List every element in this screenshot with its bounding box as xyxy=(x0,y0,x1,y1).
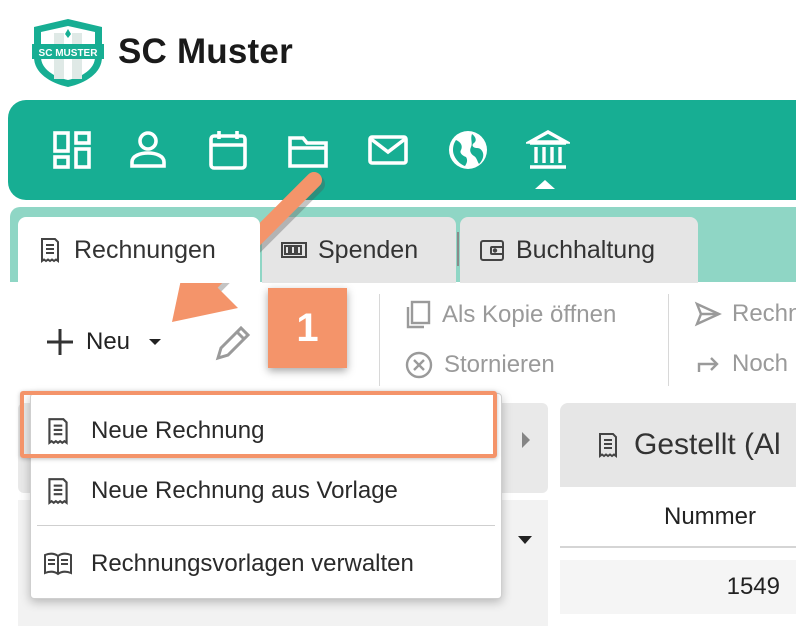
invoice-icon xyxy=(599,433,617,458)
calendar-icon[interactable] xyxy=(204,126,252,174)
dashboard-icon[interactable] xyxy=(48,126,96,174)
tab-label: Buchhaltung xyxy=(516,235,656,264)
new-button-label: Neu xyxy=(86,328,131,355)
send-icon xyxy=(694,301,722,327)
menu-divider xyxy=(37,525,495,526)
invoice-icon xyxy=(48,478,68,505)
app-title: SC Muster xyxy=(118,32,293,71)
column-header-nummer[interactable]: Nummer xyxy=(560,488,796,548)
active-indicator-caret xyxy=(535,180,555,189)
bank-icon[interactable] xyxy=(524,126,572,174)
cancel-invoice-button[interactable]: Stornieren xyxy=(404,350,555,380)
chevron-right-icon[interactable] xyxy=(522,432,530,448)
folder-icon[interactable] xyxy=(284,126,332,174)
wallet-icon xyxy=(480,240,504,261)
main-navbar xyxy=(8,100,796,200)
globe-icon[interactable] xyxy=(444,126,492,174)
send-again-label: Noch xyxy=(732,350,789,377)
annotation-highlight-box xyxy=(20,391,497,458)
new-button[interactable]: Neu xyxy=(44,326,164,358)
plus-icon xyxy=(47,329,73,355)
table-cell-nummer: 1549 xyxy=(560,560,780,614)
tab-rechnungen[interactable]: Rechnungen xyxy=(18,217,260,283)
tab-buchhaltung[interactable]: Buchhaltung xyxy=(460,217,698,283)
redo-icon xyxy=(697,357,719,372)
tab-label: Rechnungen xyxy=(74,235,216,264)
toolbar-divider xyxy=(379,294,380,386)
logo-text: SC MUSTER xyxy=(39,48,99,59)
menu-item-label: Rechnungsvorlagen verwalten xyxy=(91,550,414,577)
book-icon xyxy=(44,552,72,576)
menu-item-label: Neue Rechnung aus Vorlage xyxy=(91,477,398,504)
menu-item-manage-templates[interactable]: Rechnungsvorlagen verwalten xyxy=(43,539,414,589)
person-icon[interactable] xyxy=(124,126,172,174)
tab-separator xyxy=(457,232,459,266)
circle-x-icon xyxy=(405,351,433,379)
toolbar-divider xyxy=(668,294,669,386)
cancel-invoice-label: Stornieren xyxy=(444,351,555,378)
mail-icon[interactable] xyxy=(364,126,412,174)
send-again-button[interactable]: Noch xyxy=(694,350,788,378)
menu-item-new-invoice-from-template[interactable]: Neue Rechnung aus Vorlage xyxy=(43,466,398,516)
send-invoice-label: Rechn xyxy=(732,300,796,327)
copy-open-label: Als Kopie öffnen xyxy=(442,301,617,328)
club-logo: SC MUSTER xyxy=(30,17,106,89)
issued-panel-header: Gestellt (Al xyxy=(560,403,796,487)
send-invoice-button[interactable]: Rechn xyxy=(694,300,796,328)
issued-panel-title: Gestellt (Al xyxy=(634,428,781,461)
invoice-icon xyxy=(41,238,59,263)
copy-open-button[interactable]: Als Kopie öffnen xyxy=(404,300,616,330)
copy-icon xyxy=(406,300,431,329)
dropdown-caret-icon[interactable] xyxy=(518,536,532,544)
